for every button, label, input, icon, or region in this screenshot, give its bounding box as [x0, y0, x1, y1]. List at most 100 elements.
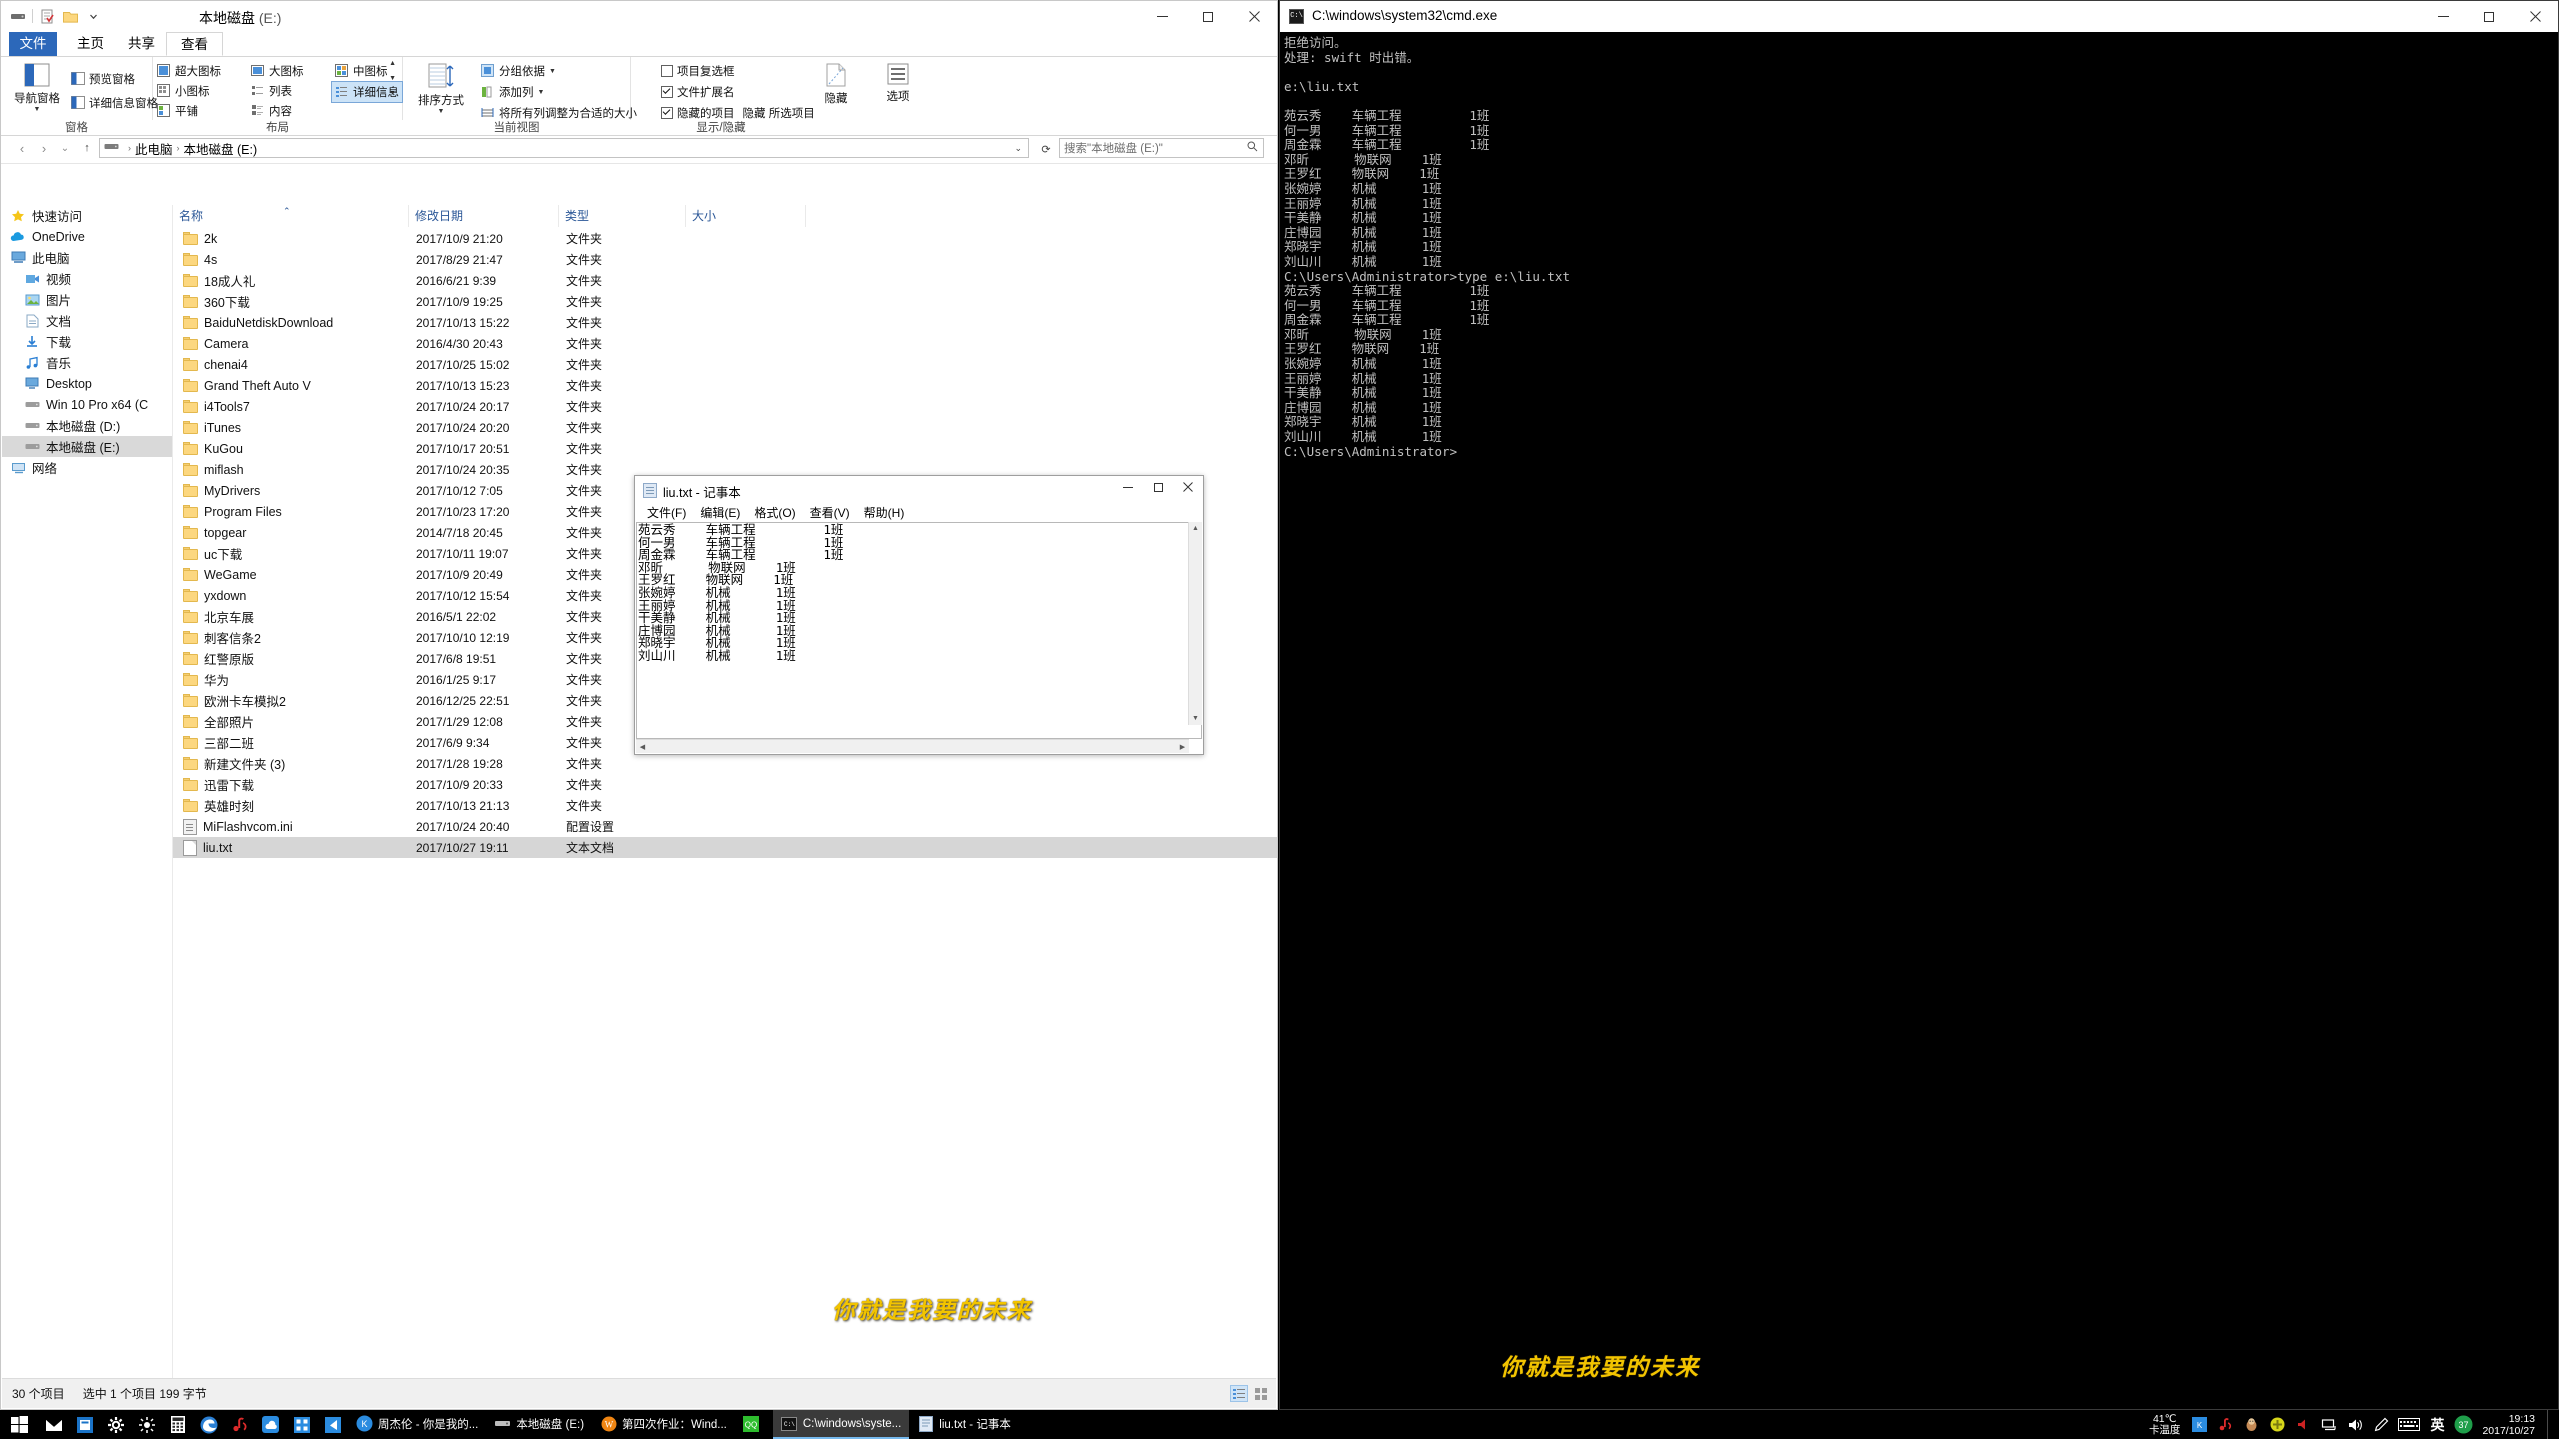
mail-icon[interactable]: [38, 1410, 69, 1439]
explorer-close-button[interactable]: [1231, 1, 1277, 32]
hide-button[interactable]: 隐藏: [813, 59, 859, 106]
scroll-left-icon[interactable]: ◀: [636, 740, 649, 753]
table-row[interactable]: Camera 2016/4/30 20:43 文件夹: [173, 333, 1277, 354]
sidebar-item-0[interactable]: 快速访问: [2, 205, 172, 226]
volume-red-icon[interactable]: [2292, 1410, 2314, 1439]
nav-pane-button[interactable]: 导航窗格 ▼: [9, 59, 65, 113]
notepad-menu-item-4[interactable]: 帮助(H): [857, 504, 912, 521]
table-row[interactable]: iTunes 2017/10/24 20:20 文件夹: [173, 417, 1277, 438]
tencent-video-icon[interactable]: [286, 1410, 317, 1439]
breadcrumb-item-1[interactable]: 本地磁盘 (E:): [184, 139, 258, 158]
sidebar-item-1[interactable]: OneDrive: [2, 226, 172, 247]
new-folder-icon[interactable]: [61, 7, 79, 25]
table-row[interactable]: i4Tools7 2017/10/24 20:17 文件夹: [173, 396, 1277, 417]
notepad-maximize-button[interactable]: [1143, 476, 1173, 498]
view-large-icons[interactable]: 大图标: [251, 61, 304, 81]
hidden-items-checkbox[interactable]: [661, 107, 673, 119]
table-row[interactable]: MiFlashvcom.ini 2017/10/24 20:40 配置设置: [173, 816, 1277, 837]
ime-chinese-icon[interactable]: 英: [2426, 1410, 2448, 1439]
tab-file[interactable]: 文件: [9, 32, 57, 56]
qat-dropdown-icon[interactable]: [84, 7, 102, 25]
file-list[interactable]: 2k 2017/10/9 21:20 文件夹 4s 2017/8/29 21:47 文件夹…: [173, 228, 1277, 1378]
speaker-icon[interactable]: [2344, 1410, 2366, 1439]
column-size[interactable]: 大小: [686, 205, 806, 227]
tab-home[interactable]: 主页: [63, 32, 118, 56]
file-extensions-toggle[interactable]: 文件扩展名: [661, 82, 735, 102]
green-37-badge-icon[interactable]: 37: [2452, 1410, 2474, 1439]
show-desktop-button[interactable]: [2547, 1410, 2555, 1439]
refresh-button[interactable]: ⟳: [1037, 140, 1055, 158]
sidebar-item-10[interactable]: 本地磁盘 (D:): [2, 415, 172, 436]
item-checkboxes-toggle[interactable]: 项目复选框: [661, 61, 735, 81]
notepad-menu-item-0[interactable]: 文件(F): [640, 504, 693, 521]
360-shield-icon[interactable]: [2266, 1410, 2288, 1439]
sidebar-item-2[interactable]: 此电脑: [2, 247, 172, 268]
table-row[interactable]: 英雄时刻 2017/10/13 21:13 文件夹: [173, 795, 1277, 816]
sidebar-item-11[interactable]: 本地磁盘 (E:): [2, 436, 172, 457]
layout-scroll-up-icon[interactable]: ▲: [389, 60, 396, 67]
table-row[interactable]: KuGou 2017/10/17 20:51 文件夹: [173, 438, 1277, 459]
quick-access-toolbar[interactable]: [9, 6, 102, 26]
notepad-menu-item-1[interactable]: 编辑(E): [693, 504, 747, 521]
cmd-maximize-button[interactable]: [2466, 1, 2512, 32]
breadcrumb-dropdown-icon[interactable]: ⌄: [1014, 143, 1022, 154]
up-button[interactable]: ↑: [78, 139, 96, 157]
file-extensions-checkbox[interactable]: [661, 86, 673, 98]
sidebar-item-6[interactable]: 下载: [2, 331, 172, 352]
gpu-temperature[interactable]: 41℃ 卡温度: [2149, 1413, 2181, 1436]
options-button[interactable]: 选项: [875, 59, 921, 104]
view-tiles[interactable]: 平铺: [157, 101, 198, 121]
edge-icon[interactable]: [193, 1410, 224, 1439]
view-medium-icons[interactable]: 中图标: [335, 61, 388, 81]
notepad-text-area[interactable]: 苑云秀 车辆工程 1班 何一男 车辆工程 1班 周金霖 车辆工程 1班 邓昕 物…: [636, 522, 1202, 739]
scroll-up-icon[interactable]: ▲: [1189, 522, 1202, 535]
details-view-button[interactable]: [1230, 1385, 1248, 1402]
taskbar-item-notepad[interactable]: liu.txt - 记事本: [909, 1410, 1019, 1439]
search-input[interactable]: 搜索"本地磁盘 (E:)": [1059, 138, 1264, 158]
notepad-menu-item-2[interactable]: 格式(O): [747, 504, 802, 521]
tab-share[interactable]: 共享: [114, 32, 169, 56]
add-columns-caret-icon[interactable]: ▼: [538, 89, 545, 96]
nav-pane-caret-icon[interactable]: ▼: [34, 106, 41, 113]
group-by-caret-icon[interactable]: ▼: [549, 68, 556, 75]
tab-view[interactable]: 查看: [166, 32, 223, 56]
layout-scroll-down-icon[interactable]: ▼: [389, 75, 396, 82]
sidebar-item-5[interactable]: 文档: [2, 310, 172, 331]
column-name[interactable]: 名称 ⌃: [173, 205, 409, 227]
table-row[interactable]: BaiduNetdiskDownload 2017/10/13 15:22 文件夹: [173, 312, 1277, 333]
group-by-button[interactable]: 分组依据 ▼: [481, 61, 556, 81]
sort-by-button[interactable]: 排序方式 ▼: [415, 59, 467, 115]
item-checkboxes-checkbox[interactable]: [661, 65, 673, 77]
view-small-icons[interactable]: 小图标: [157, 81, 210, 101]
forward-button[interactable]: ›: [35, 139, 53, 157]
taskbar-item-explorer[interactable]: 本地磁盘 (E:): [486, 1410, 592, 1439]
settings-gear-icon[interactable]: [100, 1410, 131, 1439]
layout-expand-icon[interactable]: ▾: [391, 90, 395, 97]
taskbar-item-green-app[interactable]: QQ: [735, 1410, 773, 1439]
view-extra-large-icons[interactable]: 超大图标: [157, 61, 221, 81]
pen-icon[interactable]: [2370, 1410, 2392, 1439]
brightness-icon[interactable]: [131, 1410, 162, 1439]
windows-start-icon[interactable]: [0, 1410, 38, 1439]
table-row[interactable]: 新建文件夹 (3) 2017/1/28 19:28 文件夹: [173, 753, 1277, 774]
table-row[interactable]: chenai4 2017/10/25 15:02 文件夹: [173, 354, 1277, 375]
cmd-output[interactable]: 拒绝访问。 处理: swift 时出错。 e:\liu.txt 苑云秀 车辆工程…: [1280, 32, 2558, 1409]
wechat-icon[interactable]: [317, 1410, 348, 1439]
table-row[interactable]: 迅雷下载 2017/10/9 20:33 文件夹: [173, 774, 1277, 795]
calculator-icon[interactable]: [162, 1410, 193, 1439]
column-type[interactable]: 类型: [559, 205, 686, 227]
cmd-minimize-button[interactable]: [2420, 1, 2466, 32]
view-content[interactable]: 内容: [251, 101, 292, 121]
notepad-horizontal-scrollbar[interactable]: ◀ ▶: [636, 739, 1189, 753]
large-icons-view-button[interactable]: [1252, 1385, 1270, 1402]
column-date[interactable]: 修改日期: [409, 205, 559, 227]
search-icon[interactable]: [1247, 141, 1258, 155]
sidebar-item-3[interactable]: 视频: [2, 268, 172, 289]
breadcrumb-item-0[interactable]: 此电脑: [135, 139, 173, 158]
store-icon[interactable]: [69, 1410, 100, 1439]
notepad-minimize-button[interactable]: [1113, 476, 1143, 498]
keyboard-icon[interactable]: [2396, 1410, 2422, 1439]
back-button[interactable]: ‹: [13, 139, 31, 157]
breadcrumb[interactable]: › 此电脑 › 本地磁盘 (E:) ⌄: [99, 138, 1029, 158]
netease-music-icon[interactable]: [224, 1410, 255, 1439]
